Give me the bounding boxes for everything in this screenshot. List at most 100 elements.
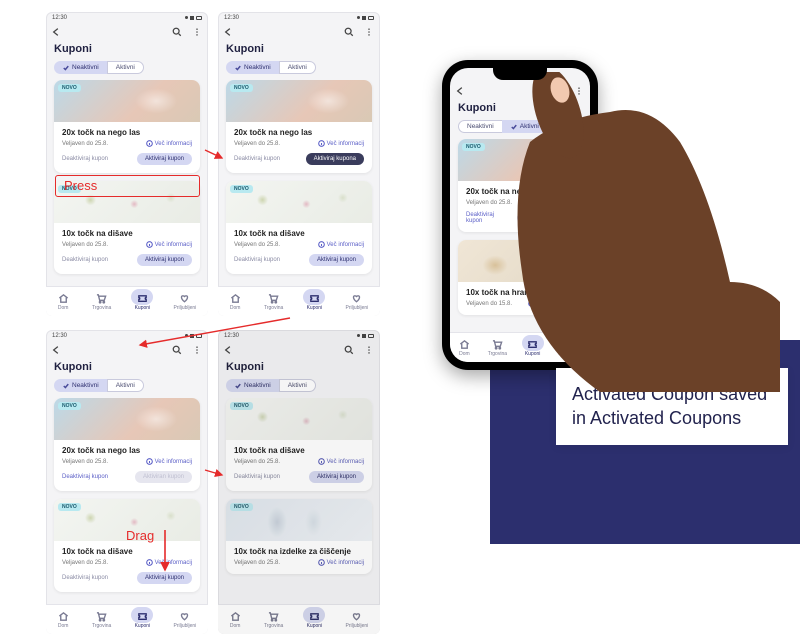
search-icon[interactable]	[172, 27, 182, 37]
activate-button[interactable]: Aktiviraj kupon	[309, 254, 364, 266]
info-icon	[318, 458, 325, 465]
filter-pills: Neaktivni Aktivni	[46, 61, 208, 80]
activate-button[interactable]: Aktiviraj kupon	[137, 572, 192, 584]
filter-inactive[interactable]: Neaktivni	[54, 61, 108, 74]
back-icon[interactable]	[224, 345, 234, 355]
coupon-card-hair[interactable]: NOVO 20x točk na nego las Veljaven do 25…	[226, 80, 372, 173]
coupon-card-hair[interactable]: NOVO 20x točk na nego las Veljaven do 25…	[54, 398, 200, 491]
activate-button[interactable]: Aktiviraj kupon	[309, 471, 364, 483]
nav-store[interactable]: Trgovina	[264, 293, 283, 311]
nav-home[interactable]: Dom	[459, 339, 470, 357]
deactivate-link[interactable]: Deaktiviraj kupon	[62, 474, 108, 480]
deactivate-label: Deaktiviraj kupon	[62, 257, 108, 263]
more-info-link[interactable]: Več informacij	[528, 300, 574, 307]
nav-store[interactable]: Trgovina	[92, 293, 111, 311]
app-bar	[46, 23, 208, 41]
nav-store[interactable]: Trgovina	[488, 339, 507, 357]
status-time: 12:30	[52, 15, 67, 21]
nav-favorites[interactable]: Priljubljeni	[346, 611, 369, 629]
more-info-link[interactable]: Več informacij	[318, 458, 364, 465]
filter-inactive[interactable]: Neaktivni	[226, 61, 280, 74]
more-info-link[interactable]: Več informacij	[318, 559, 364, 566]
status-bar: 12:30	[46, 12, 208, 23]
coupon-card-perfume[interactable]: NOVO 10x točk na dišave Veljaven do 25.8…	[226, 181, 372, 274]
coupon-validity: Veljaven do 25.8.	[62, 141, 108, 147]
activate-plural-button[interactable]: Aktiviraj kupona	[306, 153, 364, 165]
back-icon[interactable]	[52, 27, 62, 37]
nav-store[interactable]: Trgovina	[264, 611, 283, 629]
status-bar: 12:30	[218, 12, 380, 23]
nav-home[interactable]: Dom	[58, 611, 69, 629]
filter-inactive[interactable]: Neaktivni	[54, 379, 108, 392]
coupon-list[interactable]: NOVO 20x točk na nego las Veljaven do 25…	[218, 80, 380, 286]
more-icon[interactable]	[192, 345, 202, 355]
nav-favorites[interactable]: Priljubljeni	[174, 293, 197, 311]
coupon-list[interactable]: NOVO 10x točk na dišave Veljaven do 25.8…	[218, 398, 380, 604]
coupon-validity: Veljaven do 25.8.	[62, 242, 108, 248]
filter-pills: Neaktivni Aktivni	[218, 61, 380, 80]
search-icon[interactable]	[344, 345, 354, 355]
nav-coupons[interactable]: Kuponi	[135, 293, 151, 311]
deactivate-link[interactable]: Deaktiviraj kupon	[466, 212, 511, 224]
coupon-image: NOVO	[54, 80, 200, 122]
more-info-link[interactable]: Več informacij	[528, 199, 574, 206]
more-info-link[interactable]: Več informacij	[146, 140, 192, 147]
filter-inactive[interactable]: Neaktivni	[226, 379, 280, 392]
nav-home[interactable]: Dom	[230, 293, 241, 311]
nav-favorites[interactable]: Priljubljeni	[558, 339, 581, 357]
nav-favorites[interactable]: Priljubljeni	[346, 293, 369, 311]
search-icon[interactable]	[554, 86, 564, 96]
coupon-card-hair[interactable]: NOVO 20x točk na nego las Veljaven do 25…	[458, 139, 582, 232]
coupon-card-dogfood[interactable]: 10x točk na hrano za pse Veljaven do 15.…	[458, 240, 582, 315]
more-icon[interactable]	[574, 86, 584, 96]
info-icon	[318, 140, 325, 147]
coupon-card-cleaning[interactable]: NOVO 10x točk na izdelke za čiščenje Vel…	[226, 499, 372, 574]
coupon-card-perfume[interactable]: NOVO 10x točk na dišave Veljaven do 25.8…	[54, 499, 200, 592]
more-info-link[interactable]: Več informacij	[146, 458, 192, 465]
hero-screen: Kuponi Neaktivni Aktivni NOVO 20x točk n…	[450, 68, 590, 362]
search-icon[interactable]	[344, 27, 354, 37]
coupon-card-perfume[interactable]: NOVO 10x točk na dišave Veljaven do 25.8…	[226, 398, 372, 491]
nav-coupons[interactable]: Kuponi	[135, 611, 151, 629]
nav-home[interactable]: Dom	[58, 293, 69, 311]
bottom-nav: Dom Trgovina Kuponi Priljubljeni	[218, 286, 380, 316]
coupon-card-hair[interactable]: NOVO 20x točk na nego las Veljaven do 25…	[54, 80, 200, 173]
status-indicators	[185, 16, 202, 20]
home-icon	[58, 293, 69, 304]
filter-inactive[interactable]: Neaktivni	[458, 120, 503, 133]
activate-button[interactable]: Aktiviraj kupon	[137, 254, 192, 266]
back-icon[interactable]	[52, 345, 62, 355]
info-icon	[528, 300, 535, 307]
search-icon[interactable]	[172, 345, 182, 355]
page-title: Kuponi	[218, 41, 380, 61]
nav-home[interactable]: Dom	[230, 611, 241, 629]
filter-active[interactable]: Aktivni	[107, 379, 144, 392]
activated-state: Aktiviran kupon	[135, 471, 192, 483]
back-icon[interactable]	[224, 27, 234, 37]
filter-active[interactable]: Aktivni	[279, 379, 316, 392]
more-info-link[interactable]: Več informacij	[318, 241, 364, 248]
coupon-list[interactable]: NOVO 20x točk na nego las Veljaven do 25…	[450, 139, 590, 332]
more-icon[interactable]	[192, 27, 202, 37]
filter-active[interactable]: Aktivni	[107, 61, 144, 74]
app-bar	[218, 23, 380, 41]
more-info-link[interactable]: Več informacij	[318, 140, 364, 147]
nav-coupons[interactable]: Kuponi	[307, 611, 323, 629]
back-icon[interactable]	[456, 86, 466, 96]
more-info-link[interactable]: Več informacij	[146, 559, 192, 566]
nav-coupons[interactable]: Kuponi	[525, 339, 541, 357]
filter-active[interactable]: Aktivni	[502, 120, 548, 133]
more-icon[interactable]	[364, 345, 374, 355]
press-annotation-box	[55, 175, 200, 197]
coupon-list[interactable]: NOVO 20x točk na nego las Veljaven do 25…	[46, 398, 208, 604]
nav-coupons[interactable]: Kuponi	[307, 293, 323, 311]
more-icon[interactable]	[364, 27, 374, 37]
deactivate-label: Deaktiviraj kupon	[62, 156, 108, 162]
device-notch	[493, 68, 547, 80]
filter-active[interactable]: Aktivni	[279, 61, 316, 74]
hero-caption: Activated Coupon saved in Activated Coup…	[556, 368, 788, 445]
nav-store[interactable]: Trgovina	[92, 611, 111, 629]
more-info-link[interactable]: Več informacij	[146, 241, 192, 248]
nav-favorites[interactable]: Priljubljeni	[174, 611, 197, 629]
activate-button[interactable]: Aktiviraj kupon	[137, 153, 192, 165]
